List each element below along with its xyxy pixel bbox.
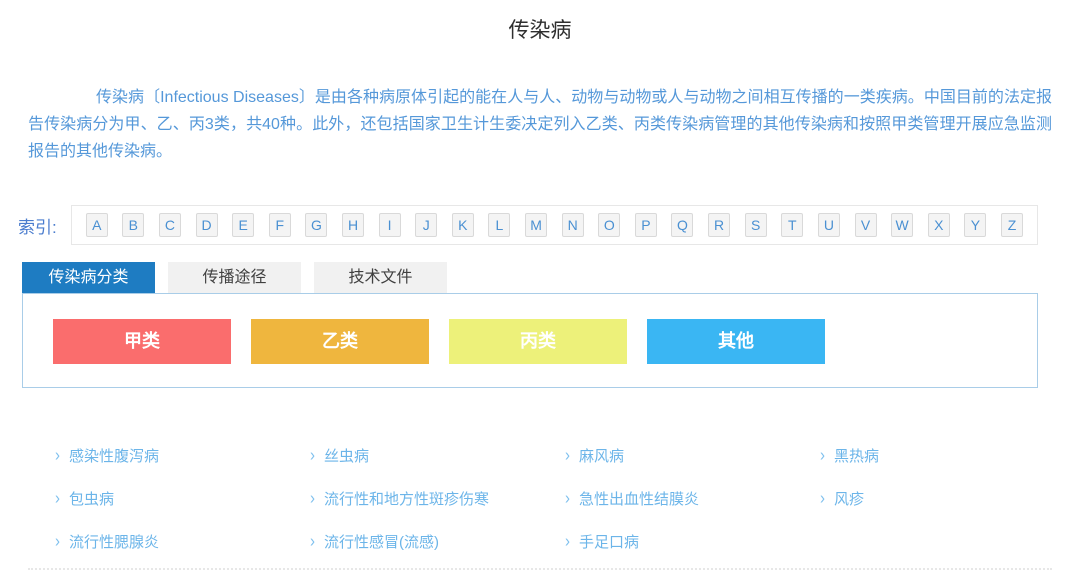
disease-link-label: 包虫病 xyxy=(69,488,114,509)
category-class-a-button[interactable]: 甲类 xyxy=(53,319,231,364)
index-letter-p[interactable]: P xyxy=(635,213,657,237)
index-letter-list: ABCDEFGHIJKLMNOPQRSTUVWXYZ xyxy=(71,205,1038,245)
index-letter-i[interactable]: I xyxy=(379,213,401,237)
disease-link-label: 流行性和地方性斑疹伤寒 xyxy=(324,488,489,509)
chevron-right-icon: › xyxy=(820,489,825,509)
category-button-row: 甲类乙类丙类其他 xyxy=(53,319,1037,364)
disease-link[interactable]: › 包虫病 xyxy=(30,477,285,520)
disease-link[interactable]: › 风疹 xyxy=(795,477,1050,520)
index-letter-g[interactable]: G xyxy=(305,213,327,237)
disease-link[interactable]: › 手足口病 xyxy=(540,520,795,563)
index-letter-c[interactable]: C xyxy=(159,213,181,237)
chevron-right-icon: › xyxy=(820,446,825,466)
disease-link[interactable]: › 流行性感冒(流感) xyxy=(285,520,540,563)
index-letter-l[interactable]: L xyxy=(488,213,510,237)
disease-link-label: 流行性感冒(流感) xyxy=(324,531,439,552)
chevron-right-icon: › xyxy=(55,489,60,509)
tab-bar: 传染病分类传播途径技术文件 xyxy=(22,262,1080,293)
disease-link-label: 麻风病 xyxy=(579,445,624,466)
disease-link-label: 黑热病 xyxy=(834,445,879,466)
index-letter-h[interactable]: H xyxy=(342,213,364,237)
disease-link-label: 感染性腹泻病 xyxy=(69,445,159,466)
tab-transmission-route[interactable]: 传播途径 xyxy=(168,262,301,293)
disease-link-label: 风疹 xyxy=(834,488,864,509)
disease-link[interactable]: › 麻风病 xyxy=(540,434,795,477)
index-letter-f[interactable]: F xyxy=(269,213,291,237)
disease-link[interactable]: › 急性出血性结膜炎 xyxy=(540,477,795,520)
tab-technical-documents[interactable]: 技术文件 xyxy=(314,262,447,293)
page-title: 传染病 xyxy=(0,0,1080,44)
category-class-c-button[interactable]: 丙类 xyxy=(449,319,627,364)
index-letter-x[interactable]: X xyxy=(928,213,950,237)
index-letter-o[interactable]: O xyxy=(598,213,620,237)
index-letter-a[interactable]: A xyxy=(86,213,108,237)
alphabet-index: 索引: ABCDEFGHIJKLMNOPQRSTUVWXYZ xyxy=(18,205,1038,245)
chevron-right-icon: › xyxy=(565,446,570,466)
category-other-button[interactable]: 其他 xyxy=(647,319,825,364)
index-letter-m[interactable]: M xyxy=(525,213,547,237)
tab-disease-classification[interactable]: 传染病分类 xyxy=(22,262,155,293)
index-letter-w[interactable]: W xyxy=(891,213,913,237)
index-letter-e[interactable]: E xyxy=(232,213,254,237)
index-letter-s[interactable]: S xyxy=(745,213,767,237)
chevron-right-icon: › xyxy=(55,532,60,552)
disease-link-label: 丝虫病 xyxy=(324,445,369,466)
chevron-right-icon: › xyxy=(310,489,315,509)
chevron-right-icon: › xyxy=(310,532,315,552)
disease-link-label: 流行性腮腺炎 xyxy=(69,531,159,552)
disease-link-label: 手足口病 xyxy=(579,531,639,552)
index-letter-q[interactable]: Q xyxy=(671,213,693,237)
index-letter-n[interactable]: N xyxy=(562,213,584,237)
chevron-right-icon: › xyxy=(565,489,570,509)
index-letter-j[interactable]: J xyxy=(415,213,437,237)
chevron-right-icon: › xyxy=(310,446,315,466)
disease-link[interactable]: › 黑热病 xyxy=(795,434,1050,477)
chevron-right-icon: › xyxy=(55,446,60,466)
index-letter-r[interactable]: R xyxy=(708,213,730,237)
classification-panel: 甲类乙类丙类其他 xyxy=(22,293,1038,388)
intro-paragraph: 传染病〔Infectious Diseases〕是由各种病原体引起的能在人与人、… xyxy=(28,84,1052,165)
index-letter-t[interactable]: T xyxy=(781,213,803,237)
index-letter-y[interactable]: Y xyxy=(964,213,986,237)
disease-link[interactable]: › 丝虫病 xyxy=(285,434,540,477)
disease-link-grid: › 感染性腹泻病 › 丝虫病 › 麻风病 › 黑热病 › 包虫病 › 流行性和地方性斑疹伤寒 › 急性出血… xyxy=(30,434,1050,563)
disease-link-label: 急性出血性结膜炎 xyxy=(579,488,699,509)
disease-link[interactable]: › 流行性和地方性斑疹伤寒 xyxy=(285,477,540,520)
index-label: 索引: xyxy=(18,213,57,238)
index-letter-z[interactable]: Z xyxy=(1001,213,1023,237)
disease-link[interactable]: › 感染性腹泻病 xyxy=(30,434,285,477)
index-letter-d[interactable]: D xyxy=(196,213,218,237)
infectious-disease-page: 传染病 传染病〔Infectious Diseases〕是由各种病原体引起的能在… xyxy=(0,0,1080,570)
index-letter-u[interactable]: U xyxy=(818,213,840,237)
index-letter-b[interactable]: B xyxy=(122,213,144,237)
chevron-right-icon: › xyxy=(565,532,570,552)
index-letter-k[interactable]: K xyxy=(452,213,474,237)
category-class-b-button[interactable]: 乙类 xyxy=(251,319,429,364)
index-letter-v[interactable]: V xyxy=(855,213,877,237)
disease-link[interactable]: › 流行性腮腺炎 xyxy=(30,520,285,563)
